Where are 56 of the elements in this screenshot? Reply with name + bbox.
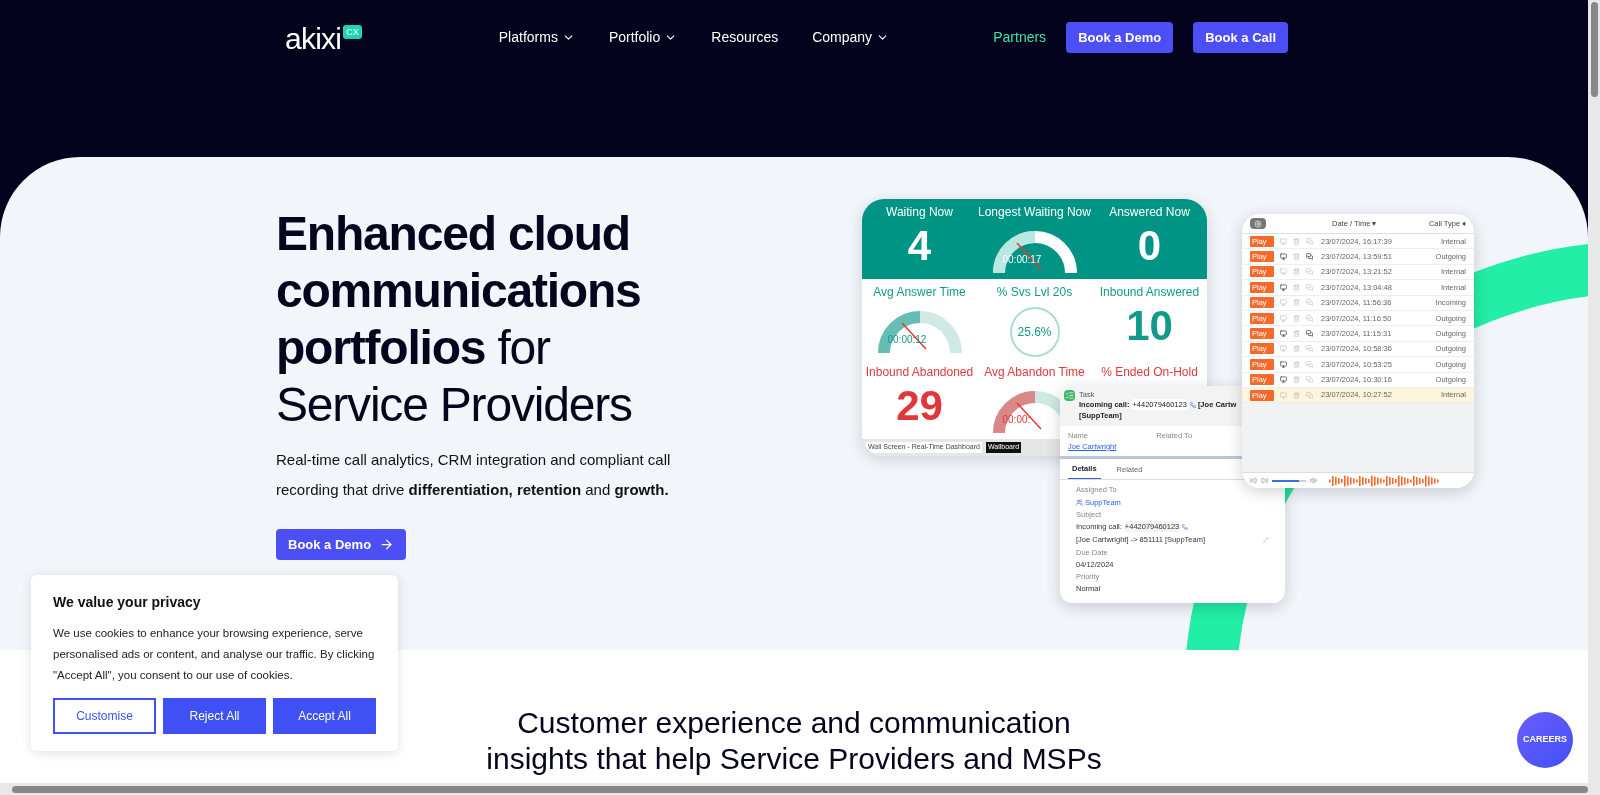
arrow-right-icon (379, 537, 395, 552)
cookie-text: We use cookies to enhance your browsing experience, serve personalised ads or content, and analyse our traffic. By clicking "Accept All", you consent to our use of cookies. (53, 626, 376, 683)
delete-icon (1293, 330, 1300, 338)
tile-label: Answered Now (1109, 204, 1190, 221)
cookie-title: We value your privacy (53, 593, 202, 612)
delete-icon (1293, 283, 1300, 291)
delete-icon (1293, 237, 1300, 245)
cookie-button[interactable]: Reject All (163, 698, 266, 734)
volume-icon[interactable] (1310, 477, 1317, 484)
delete-icon (1293, 345, 1300, 353)
delete-icon (1293, 391, 1300, 399)
delete-icon (1293, 299, 1300, 307)
tile-label: Avg Answer Time (873, 284, 966, 301)
tile-label: Avg Abandon Time (984, 364, 1085, 381)
settings-button[interactable] (1250, 218, 1266, 229)
tile-value: 0 (1137, 221, 1162, 271)
cookie-button[interactable]: Customise (53, 698, 156, 734)
tile-label: Longest Waiting Now (978, 204, 1091, 221)
delete-icon (1293, 253, 1300, 261)
partners-link[interactable]: Partners (993, 27, 1047, 48)
phone-icon (1189, 401, 1196, 408)
nav-button[interactable]: Book a Call (1193, 22, 1288, 53)
group-icon (1076, 498, 1083, 506)
delete-icon (1293, 360, 1300, 368)
tile-label: Waiting Now (886, 204, 953, 221)
tile-value: 4 (907, 221, 932, 271)
skip-back-icon[interactable] (1250, 477, 1257, 484)
tile-label: % Ended On-Hold (1101, 364, 1198, 381)
nav-item[interactable]: Resources (711, 27, 779, 48)
skip-forward-icon[interactable] (1261, 477, 1268, 484)
vertical-scrollbar[interactable] (1588, 0, 1600, 783)
phone-icon (1182, 523, 1189, 530)
ring-drawing (1007, 305, 1062, 359)
book-demo-button[interactable]: Book a Demo (276, 529, 407, 560)
nav-button[interactable]: Book a Demo (1066, 22, 1174, 53)
delete-icon (1293, 376, 1300, 384)
nav-item[interactable]: Company (812, 27, 890, 48)
horizontal-scrollbar[interactable] (0, 783, 1600, 795)
tile-label: Inbound Answered (1099, 284, 1200, 301)
hero-heading: Enhanced cloud communications portfolios for Service Providers (276, 206, 642, 433)
delete-icon (1293, 314, 1300, 322)
nav-item[interactable]: Platforms (498, 27, 575, 48)
task-icon (1064, 390, 1075, 401)
cookie-button[interactable]: Accept All (273, 698, 376, 734)
section-heading: Customer experience and communication insights that help Service Providers and MSPs (485, 705, 1103, 777)
tile-label: % Svs Lvl 20s (996, 284, 1073, 301)
logo[interactable]: akixi (285, 25, 342, 53)
tile-value: 25.6% (1017, 324, 1052, 341)
nav-item[interactable]: Portfolio (608, 27, 678, 48)
hero-text: Real-time call analytics, CRM integration and compliant call recording that drive differentiation, retention and growth. (276, 450, 672, 500)
delete-icon (1293, 268, 1300, 276)
tile-value: 10 (1126, 301, 1173, 351)
tile-value: 29 (896, 381, 943, 431)
tile-label: Inbound Abandoned (865, 364, 974, 381)
volume-slider[interactable] (1272, 479, 1306, 482)
logo-badge: CX (343, 25, 362, 39)
